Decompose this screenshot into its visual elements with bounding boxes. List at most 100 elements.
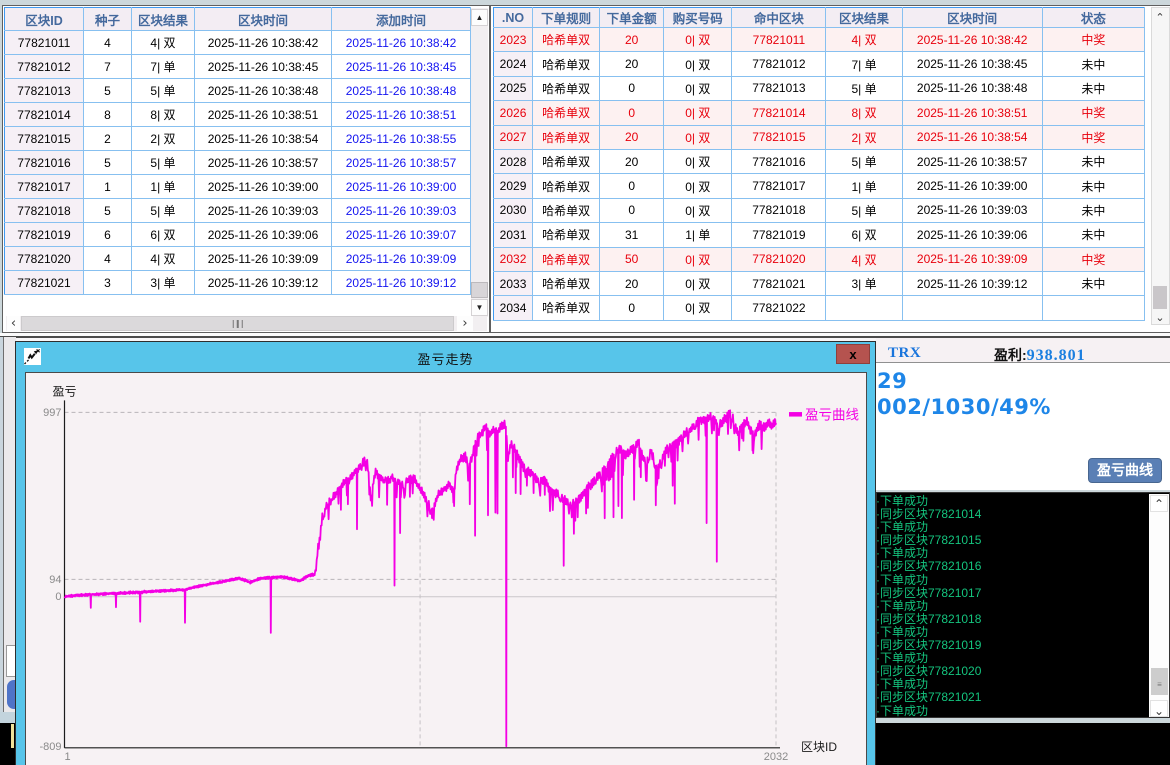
column-header[interactable]: 下单规则	[533, 8, 600, 28]
table-row[interactable]: 2028哈希单双200| 双778210165| 单2025-11-26 10:…	[494, 149, 1145, 173]
table-cell: 2025-11-26 10:39:03	[332, 199, 471, 223]
x-axis-title: 区块ID	[801, 740, 837, 754]
scroll-left-button[interactable]: ‹	[7, 316, 20, 331]
table-cell: 3	[84, 271, 132, 295]
table-row[interactable]: 2031哈希单双311| 单778210196| 双2025-11-26 10:…	[494, 223, 1145, 247]
blocks-table-vscrollbar[interactable]: ▲ ▼	[471, 8, 488, 317]
profit-label: 盈利:	[994, 347, 1027, 363]
console-scrollbar[interactable]: ⌃ ≡ ⌄	[1149, 494, 1170, 718]
table-cell: 2026	[494, 101, 533, 125]
stats-panel-header: TRX 盈利:938.801	[876, 338, 1170, 363]
table-row[interactable]: 2027哈希单双200| 双778210152| 双2025-11-26 10:…	[494, 125, 1145, 149]
chevron-up-icon: ⌃	[1154, 498, 1164, 510]
table-cell: 77821022	[732, 296, 826, 320]
popup-title: 盈亏走势	[16, 349, 875, 368]
table-cell: 0| 双	[664, 125, 732, 149]
table-row[interactable]: 7782101522| 双2025-11-26 10:38:542025-11-…	[5, 127, 471, 151]
table-cell: 2025-11-26 10:39:00	[332, 175, 471, 199]
scroll-down-button[interactable]: ▼	[471, 299, 488, 316]
x-tick-label: 2032	[764, 751, 788, 763]
profit-curve-button[interactable]: 盈亏曲线	[1088, 458, 1162, 483]
column-header[interactable]: 状态	[1042, 8, 1144, 28]
hscroll-thumb[interactable]	[21, 316, 454, 331]
scroll-up-button[interactable]: ⌃	[1152, 8, 1168, 25]
table-row[interactable]: 7782102044| 双2025-11-26 10:39:092025-11-…	[5, 247, 471, 271]
console-scroll-thumb[interactable]: ≡	[1151, 668, 1168, 695]
column-header[interactable]: 命中区块	[732, 8, 826, 28]
table-cell: 未中	[1042, 52, 1144, 76]
table-row[interactable]: 2033哈希单双200| 双778210213| 单2025-11-26 10:…	[494, 271, 1145, 295]
table-cell: 哈希单双	[533, 271, 600, 295]
column-header[interactable]: 区块结果	[826, 8, 902, 28]
table-cell: 哈希单双	[533, 28, 600, 52]
column-header[interactable]: 下单金额	[600, 8, 664, 28]
table-cell: 哈希单双	[533, 52, 600, 76]
table-cell: 0	[600, 296, 664, 320]
table-cell: 4	[84, 31, 132, 55]
table-row[interactable]: 7782102133| 单2025-11-26 10:39:122025-11-…	[5, 271, 471, 295]
table-row[interactable]: 2030哈希单双00| 双778210185| 单2025-11-26 10:3…	[494, 198, 1145, 222]
column-header[interactable]: 区块ID	[5, 8, 84, 31]
table-row[interactable]: 7782101711| 单2025-11-26 10:39:002025-11-…	[5, 175, 471, 199]
scroll-right-button[interactable]: ›	[457, 316, 473, 331]
table-cell: 77821015	[5, 127, 84, 151]
column-header[interactable]: 区块时间	[195, 8, 332, 31]
table-cell: 6| 双	[132, 223, 195, 247]
table-row[interactable]: 7782101277| 单2025-11-26 10:38:452025-11-…	[5, 55, 471, 79]
blocks-table-hscrollbar[interactable]: ‹ ›	[6, 316, 487, 331]
table-cell: 2| 双	[132, 127, 195, 151]
table-cell: 2025-11-26 10:38:57	[195, 151, 332, 175]
popup-titlebar[interactable]: 盈亏走势 x	[16, 342, 875, 372]
table-row[interactable]: 2026哈希单双00| 双778210148| 双2025-11-26 10:3…	[494, 101, 1145, 125]
scroll-down-button[interactable]: ⌄	[1150, 700, 1168, 717]
column-header[interactable]: 添加时间	[332, 8, 471, 31]
table-row[interactable]: 2034哈希单双00| 双77821022	[494, 296, 1145, 320]
table-cell: 2027	[494, 125, 533, 149]
table-row[interactable]: 7782101355| 单2025-11-26 10:38:482025-11-…	[5, 79, 471, 103]
table-cell: 2025-11-26 10:38:45	[902, 52, 1042, 76]
table-row[interactable]: 7782101144| 双2025-11-26 10:38:422025-11-…	[5, 31, 471, 55]
table-row[interactable]: 2029哈希单双00| 双778210171| 单2025-11-26 10:3…	[494, 174, 1145, 198]
table-row[interactable]: 7782101855| 单2025-11-26 10:39:032025-11-…	[5, 199, 471, 223]
y-tick-label: 997	[43, 407, 61, 419]
table-cell: 77821020	[5, 247, 84, 271]
column-header[interactable]: 种子	[84, 8, 132, 31]
scroll-down-button[interactable]: ⌄	[1152, 306, 1168, 323]
scroll-up-button[interactable]: ▲	[471, 9, 488, 26]
coin-label: TRX	[888, 345, 921, 362]
table-row[interactable]: 2023哈希单双200| 双778210114| 双2025-11-26 10:…	[494, 28, 1145, 52]
table-cell: 未中	[1042, 223, 1144, 247]
table-row[interactable]: 7782101655| 单2025-11-26 10:38:572025-11-…	[5, 151, 471, 175]
scroll-up-button[interactable]: ⌃	[1150, 495, 1168, 512]
table-row[interactable]: 2025哈希单双00| 双778210135| 单2025-11-26 10:3…	[494, 76, 1145, 100]
table-row[interactable]: 2032哈希单双500| 双778210204| 双2025-11-26 10:…	[494, 247, 1145, 271]
table-cell: 2025-11-26 10:38:42	[902, 28, 1042, 52]
table-row[interactable]: 7782101966| 双2025-11-26 10:39:062025-11-…	[5, 223, 471, 247]
table-cell: 2025-11-26 10:38:54	[902, 125, 1042, 149]
orders-table-panel: .NO下单规则下单金额购买号码命中区块区块结果区块时间状态 2023哈希单双20…	[490, 5, 1170, 333]
orders-table-vscrollbar[interactable]: ⌃ ⌄	[1151, 7, 1170, 325]
table-cell: 50	[600, 247, 664, 271]
stats-line1: 29	[877, 368, 1051, 394]
table-cell: 2025-11-26 10:38:42	[332, 31, 471, 55]
table-row[interactable]: 2024哈希单双200| 双778210127| 单2025-11-26 10:…	[494, 52, 1145, 76]
close-button[interactable]: x	[836, 344, 870, 364]
table-cell: 2025-11-26 10:39:06	[902, 223, 1042, 247]
main-window-inner-border	[3, 337, 4, 713]
table-cell: 5	[84, 79, 132, 103]
table-cell: 77821021	[732, 271, 826, 295]
main-window-bottom-strip	[0, 712, 16, 723]
table-cell: 77821016	[5, 151, 84, 175]
column-header[interactable]: .NO	[494, 8, 533, 28]
table-cell: 2025-11-26 10:39:00	[902, 174, 1042, 198]
column-header[interactable]: 购买号码	[664, 8, 732, 28]
table-cell: 2025-11-26 10:38:54	[195, 127, 332, 151]
table-row[interactable]: 7782101488| 双2025-11-26 10:38:512025-11-…	[5, 103, 471, 127]
profit-trend-window: 盈亏走势 x 997940-80912032盈亏区块ID盈亏曲线	[15, 341, 876, 765]
table-cell: 0	[600, 198, 664, 222]
vscroll-thumb[interactable]	[471, 282, 488, 298]
table-cell: 7	[84, 55, 132, 79]
table-cell: 77821013	[732, 76, 826, 100]
column-header[interactable]: 区块时间	[902, 8, 1042, 28]
column-header[interactable]: 区块结果	[132, 8, 195, 31]
